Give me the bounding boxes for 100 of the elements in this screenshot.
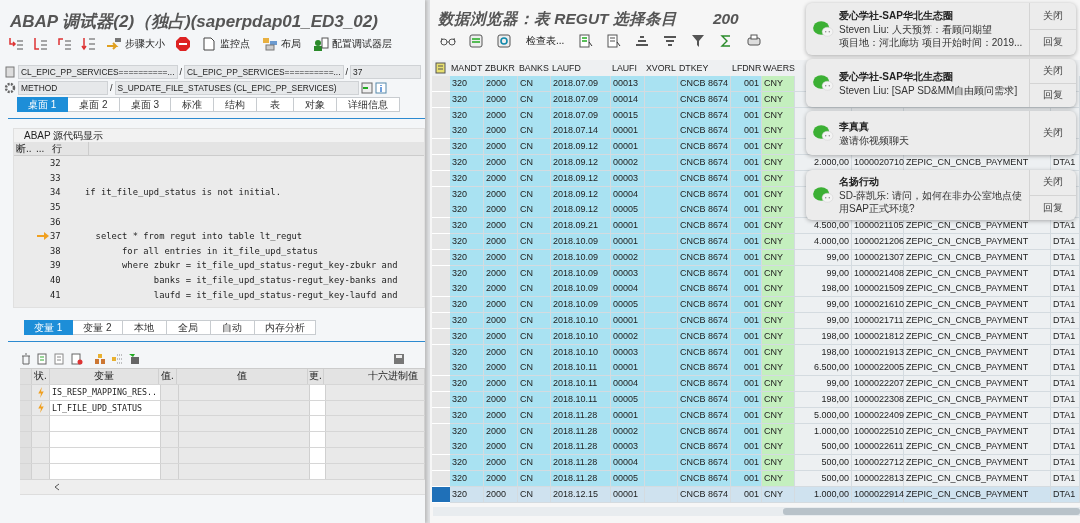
notification-button[interactable]: 关闭 bbox=[1030, 3, 1076, 30]
notification-title: 名扬行动 bbox=[839, 175, 880, 189]
delete-list-icon[interactable] bbox=[71, 353, 83, 365]
watchpoint-button[interactable]: 监控点 bbox=[199, 37, 252, 51]
table-cell: 6.500,00 bbox=[795, 360, 852, 377]
document-icon[interactable] bbox=[468, 34, 484, 48]
table-cell bbox=[645, 360, 678, 377]
tab[interactable]: 变量 1 bbox=[24, 320, 74, 335]
notification-button[interactable]: 回复 bbox=[1030, 195, 1076, 220]
table-cell: CNCB 8674 bbox=[678, 76, 731, 92]
row-header[interactable] bbox=[20, 416, 32, 432]
notification-button[interactable]: 回复 bbox=[1030, 83, 1076, 107]
column-header[interactable]: MANDT bbox=[450, 60, 484, 76]
print-icon[interactable] bbox=[746, 34, 763, 48]
tab[interactable]: 桌面 3 bbox=[119, 97, 172, 112]
configure-layers-button[interactable]: 配置调试器层 bbox=[311, 37, 394, 51]
tab[interactable]: 表 bbox=[257, 97, 295, 112]
column-header[interactable]: DTKEY bbox=[678, 60, 731, 76]
list-icon[interactable] bbox=[37, 353, 49, 365]
table-cell: ZEPIC_CN_CNCB_PAYMENT bbox=[904, 297, 1051, 314]
select-column-icon[interactable] bbox=[606, 34, 623, 48]
sort-descending-icon[interactable] bbox=[662, 34, 679, 48]
column-header[interactable]: BANKS bbox=[518, 60, 551, 76]
table-cell: 500,00 bbox=[795, 439, 852, 456]
table-cell: 001 bbox=[731, 218, 762, 235]
panel-title: ABAP 源代码显示 bbox=[14, 129, 424, 142]
step-over-icon[interactable] bbox=[32, 37, 48, 51]
table-cell: 2018.09.12 bbox=[551, 139, 611, 156]
table-cell: CN bbox=[518, 376, 551, 393]
refresh-icon[interactable] bbox=[496, 34, 512, 48]
list-icon[interactable] bbox=[54, 353, 66, 365]
table-cell: CN bbox=[518, 123, 551, 140]
notification-title: 爱心学社-SAP华北生态圈 bbox=[839, 69, 954, 84]
filter-icon[interactable] bbox=[690, 34, 707, 48]
table-cell: 2018.07.09 bbox=[551, 76, 611, 92]
scroll-left-icon[interactable] bbox=[54, 482, 60, 491]
continue-icon[interactable] bbox=[80, 37, 96, 51]
step-size-button[interactable]: 步骤大小 bbox=[104, 37, 167, 51]
notification-button[interactable]: 关闭 bbox=[1030, 111, 1076, 155]
save-icon[interactable] bbox=[393, 353, 405, 365]
table-cell: 2018.07.14 bbox=[551, 123, 611, 140]
line-number: 37 bbox=[50, 231, 62, 242]
step-return-icon[interactable] bbox=[56, 37, 72, 51]
trash-icon[interactable] bbox=[20, 353, 32, 365]
column-header[interactable]: LAUFI bbox=[611, 60, 645, 76]
tab[interactable]: 对象 bbox=[294, 97, 338, 112]
table-cell: CNY bbox=[762, 439, 795, 456]
table-cell: CNY bbox=[762, 139, 795, 156]
tab[interactable]: 结构 bbox=[214, 97, 258, 112]
chat-bubbles-icon bbox=[812, 20, 834, 38]
tab[interactable]: 详细信息 bbox=[337, 97, 401, 112]
chat-bubbles-icon bbox=[812, 186, 834, 204]
table-cell: 500,00 bbox=[795, 455, 852, 472]
step-into-icon[interactable] bbox=[8, 37, 24, 51]
table-settings-icon[interactable] bbox=[435, 62, 447, 74]
tab[interactable]: 桌面 2 bbox=[68, 97, 120, 112]
scroll-thumb[interactable] bbox=[783, 507, 1080, 515]
tab[interactable]: 标准 bbox=[171, 97, 215, 112]
table-cell: 00003 bbox=[611, 439, 645, 456]
table-cell: 99,00 bbox=[795, 297, 852, 314]
table-cell: 2000 bbox=[484, 76, 518, 92]
table-cell: CNY bbox=[762, 297, 795, 314]
column-header[interactable]: ZBUKR bbox=[484, 60, 518, 76]
column-header[interactable]: WAERS bbox=[762, 60, 795, 76]
select-column-icon[interactable] bbox=[578, 34, 595, 48]
row-header[interactable] bbox=[20, 432, 32, 447]
table-cell: 320 bbox=[450, 139, 484, 156]
program-field: CL_EPIC_PP_SERVICES==========... bbox=[18, 64, 178, 79]
layout-button[interactable]: 布局 bbox=[260, 37, 303, 51]
tab[interactable]: 本地 bbox=[122, 320, 167, 335]
table-cell: CNCB 8674 bbox=[678, 297, 731, 314]
column-header[interactable]: XVORL bbox=[645, 60, 678, 76]
info-icon[interactable] bbox=[374, 81, 387, 94]
notification-button[interactable]: 回复 bbox=[1030, 29, 1076, 55]
table-cell: DTA1 bbox=[1051, 297, 1080, 314]
stop-icon[interactable] bbox=[175, 37, 191, 51]
tab[interactable]: 内存分析 bbox=[254, 320, 316, 335]
tab[interactable]: 自动 bbox=[210, 320, 255, 335]
line-number: 40 bbox=[50, 275, 62, 286]
table-cell: CNY bbox=[762, 455, 795, 472]
hierarchy-icon[interactable] bbox=[94, 353, 106, 365]
column-header[interactable]: LFDNR bbox=[731, 60, 762, 76]
separator: / bbox=[110, 82, 113, 93]
monitor-icon[interactable] bbox=[128, 353, 140, 365]
table-cell: 00004 bbox=[611, 281, 645, 298]
tree-icon[interactable] bbox=[111, 353, 123, 365]
scrollbar[interactable] bbox=[433, 506, 1080, 516]
table-cell: ZEPIC_CN_CNCB_PAYMENT bbox=[904, 376, 1051, 393]
tab[interactable]: 变量 2 bbox=[73, 320, 123, 335]
table-cell: 2000 bbox=[484, 297, 518, 314]
navigate-icon[interactable] bbox=[360, 81, 373, 94]
check-table-button[interactable]: 检查表... bbox=[524, 34, 567, 48]
line-number: 38 bbox=[50, 245, 62, 256]
notification-button[interactable]: 关闭 bbox=[1030, 59, 1076, 84]
tab[interactable]: 全局 bbox=[166, 320, 211, 335]
table-cell: CNCB 8674 bbox=[678, 376, 731, 393]
tab[interactable]: 桌面 1 bbox=[17, 97, 69, 112]
column-header[interactable]: LAUFD bbox=[551, 60, 611, 76]
table-cell: 00004 bbox=[611, 376, 645, 393]
sort-ascending-icon[interactable] bbox=[634, 34, 651, 48]
